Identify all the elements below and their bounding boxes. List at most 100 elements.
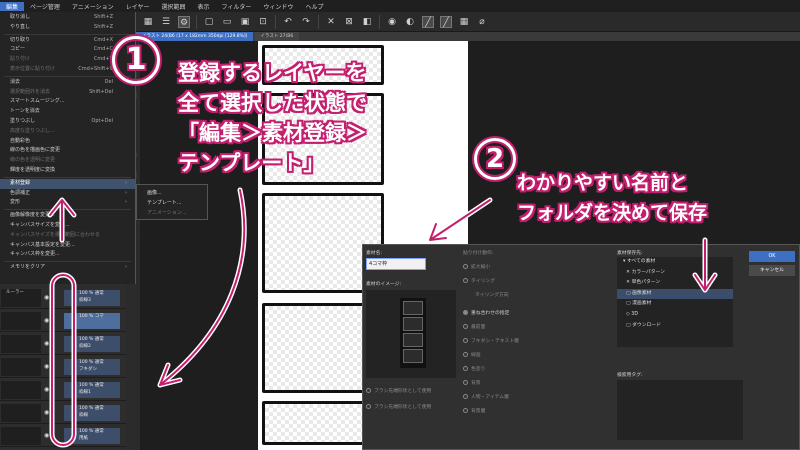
- edit-menu-item[interactable]: 変形 ›: [0, 198, 135, 208]
- edit-menu-item[interactable]: キャンバス基本設定を変更...: [0, 241, 135, 251]
- brush-tip-option[interactable]: ブラシ先端形状として使用: [366, 403, 431, 410]
- color-wheel-icon[interactable]: ◉: [386, 16, 398, 28]
- menu-edit[interactable]: 編集: [0, 1, 25, 11]
- layer-blend-info: 100 % コマ: [64, 313, 120, 329]
- menu-page-management[interactable]: ページ管理: [24, 2, 66, 11]
- export-icon[interactable]: ⊡: [257, 16, 269, 28]
- pen-alt-icon[interactable]: ╱: [440, 15, 452, 28]
- ruler-icon[interactable]: ⌀: [476, 16, 488, 28]
- layer-row[interactable]: ◉ 100 % 通常 枠線1: [0, 379, 126, 401]
- paste-option-tiling-direction[interactable]: タイリング方向: [475, 291, 509, 298]
- submenu-template[interactable]: テンプレート...: [137, 198, 207, 208]
- search-tag-box[interactable]: [617, 380, 743, 440]
- menu-view[interactable]: 表示: [192, 2, 216, 11]
- pen-icon[interactable]: ╱: [422, 15, 434, 28]
- layer-row[interactable]: ◉ 100 % 通常 枠線2: [0, 333, 126, 355]
- position-option[interactable]: 人物・アイテム層: [463, 393, 509, 400]
- edit-menu-item[interactable]: 画像解像度を変更...: [0, 211, 135, 221]
- menu-window[interactable]: ウィンドウ: [257, 2, 299, 11]
- layer-row[interactable]: ◉ 100 % 通常 用紙: [0, 425, 126, 447]
- edit-menu-item[interactable]: 線の色を透明に変更: [0, 156, 135, 166]
- eye-icon[interactable]: ◉: [44, 386, 49, 393]
- position-option[interactable]: 最前面: [463, 323, 485, 330]
- submenu-image[interactable]: 画像...: [137, 188, 207, 198]
- grid-icon[interactable]: ▦: [142, 16, 154, 28]
- edit-menu-item[interactable]: スマートスムージング...: [0, 97, 135, 107]
- eye-icon[interactable]: ◉: [44, 409, 49, 416]
- layer-row[interactable]: ◉ 100 % コマ: [0, 310, 126, 332]
- edit-menu-item[interactable]: キャンバス枠を変更...: [0, 250, 135, 260]
- menu-animation[interactable]: アニメーション: [66, 2, 120, 11]
- tab-document-2[interactable]: イラスト 27(B6: [254, 32, 300, 41]
- layer-position-label[interactable]: 重ね合わせの指定: [463, 309, 509, 316]
- eye-icon[interactable]: ◉: [44, 363, 49, 370]
- eye-icon[interactable]: ◉: [44, 317, 49, 324]
- edit-menu-item[interactable]: 輝度を透明度に変換: [0, 166, 135, 176]
- edit-menu-item[interactable]: トーンを消去: [0, 107, 135, 117]
- tree-download[interactable]: ▢ ダウンロード: [617, 321, 733, 332]
- tree-manga-material[interactable]: ▢ 漫画素材: [617, 299, 733, 310]
- tree-color-pattern[interactable]: ✕ カラーパターン: [617, 268, 733, 279]
- edit-menu-item[interactable]: 取り消し Shift+Z: [0, 13, 135, 23]
- edit-menu-item[interactable]: 切り取り Cmd+X: [0, 36, 135, 46]
- edit-menu-item[interactable]: 塗りつぶし Opt+Del: [0, 117, 135, 127]
- edit-menu-item[interactable]: 高度な塗りつぶし...: [0, 127, 135, 137]
- open-folder-icon[interactable]: ▭: [221, 16, 233, 28]
- annotation-line: わかりやすい名前と: [517, 172, 689, 194]
- position-option[interactable]: 背景: [463, 379, 481, 386]
- menu-item-shortcut: Del: [104, 78, 113, 85]
- edit-menu-item[interactable]: 選択範囲外を消去 Shift+Del: [0, 88, 135, 98]
- edit-menu-item[interactable]: 素材登録 ›: [0, 178, 135, 189]
- crop-icon[interactable]: ⊠: [343, 16, 355, 28]
- paste-option-scale[interactable]: 拡大縮小: [463, 263, 490, 270]
- material-register-submenu: 画像... テンプレート... アニメーション...: [136, 184, 208, 220]
- ok-button[interactable]: OK: [749, 251, 795, 262]
- save-icon[interactable]: ▣: [239, 16, 251, 28]
- tab-document-1[interactable]: イラスト 24(B6 (17 x 182mm 350dpi [129.8%]): [136, 32, 254, 41]
- fill-icon[interactable]: ◧: [361, 16, 373, 28]
- undo-icon[interactable]: ↶: [282, 16, 294, 28]
- tree-image-material[interactable]: ▢ 画像素材: [617, 288, 733, 300]
- layer-row[interactable]: ルーラー ◉ 100 % 通常 枠線3: [0, 287, 126, 309]
- search-tag-label: 検索用タグ:: [617, 373, 643, 378]
- submenu-animation[interactable]: アニメーション...: [137, 208, 207, 218]
- toggle-icon[interactable]: ◐: [404, 16, 416, 28]
- edit-menu-item[interactable]: キャンバスサイズを変更...: [0, 221, 135, 231]
- edit-menu-item[interactable]: やり直し Shift+Z: [0, 23, 135, 33]
- position-option[interactable]: 線画: [463, 351, 481, 358]
- edit-menu-item[interactable]: メモリをクリア ›: [0, 263, 135, 273]
- menu-item-label: キャンバス基本設定を変更...: [10, 241, 75, 248]
- grid-view-icon[interactable]: ▦: [458, 16, 470, 28]
- position-option[interactable]: フキダシ・テキスト層: [463, 337, 519, 344]
- layer-row[interactable]: ◉ 100 % 通常 フキダシ: [0, 356, 126, 378]
- new-file-icon[interactable]: ▢: [203, 16, 215, 28]
- menu-help[interactable]: ヘルプ: [299, 2, 329, 11]
- edit-menu-item[interactable]: 線の色を描画色に変更: [0, 146, 135, 156]
- position-option[interactable]: 色塗り: [463, 365, 485, 372]
- redo-icon[interactable]: ↷: [300, 16, 312, 28]
- cancel-button[interactable]: キャンセル: [749, 265, 795, 276]
- tree-all-materials[interactable]: ▾ すべての素材: [617, 257, 733, 268]
- paste-option-tiling[interactable]: タイリング: [463, 277, 495, 284]
- edit-menu-item[interactable]: 自動彩色: [0, 137, 135, 147]
- position-option[interactable]: 背景層: [463, 407, 485, 414]
- material-name-input[interactable]: 4コマ枠: [366, 258, 426, 270]
- menu-item-shortcut: Cmd+Shift+V: [78, 65, 113, 72]
- layer-row[interactable]: ◉ 100 % 通常 枠線: [0, 402, 126, 424]
- edit-menu-item[interactable]: 消去 Del: [0, 78, 135, 88]
- eye-icon[interactable]: ◉: [44, 340, 49, 347]
- menu-selection[interactable]: 選択範囲: [156, 2, 192, 11]
- menu-item-label: 選択範囲外を消去: [10, 88, 51, 95]
- menu-layer[interactable]: レイヤー: [120, 2, 156, 11]
- eye-icon[interactable]: ◉: [44, 294, 49, 301]
- menu-filter[interactable]: フィルター: [216, 2, 258, 11]
- tree-3d[interactable]: ◇ 3D: [617, 310, 733, 321]
- eye-icon[interactable]: ◉: [44, 432, 49, 439]
- edit-menu-item[interactable]: キャンバスサイズを選択範囲に合わせる: [0, 231, 135, 241]
- brush-tip-option[interactable]: ブラシ先端形状として使用: [366, 387, 431, 394]
- clear-icon[interactable]: ✕: [325, 16, 337, 28]
- settings-icon[interactable]: ⚙: [178, 15, 190, 28]
- list-icon[interactable]: ☰: [160, 16, 172, 28]
- edit-menu-item[interactable]: 色調補正 ›: [0, 189, 135, 199]
- tree-mono-pattern[interactable]: ✕ 単色パターン: [617, 278, 733, 289]
